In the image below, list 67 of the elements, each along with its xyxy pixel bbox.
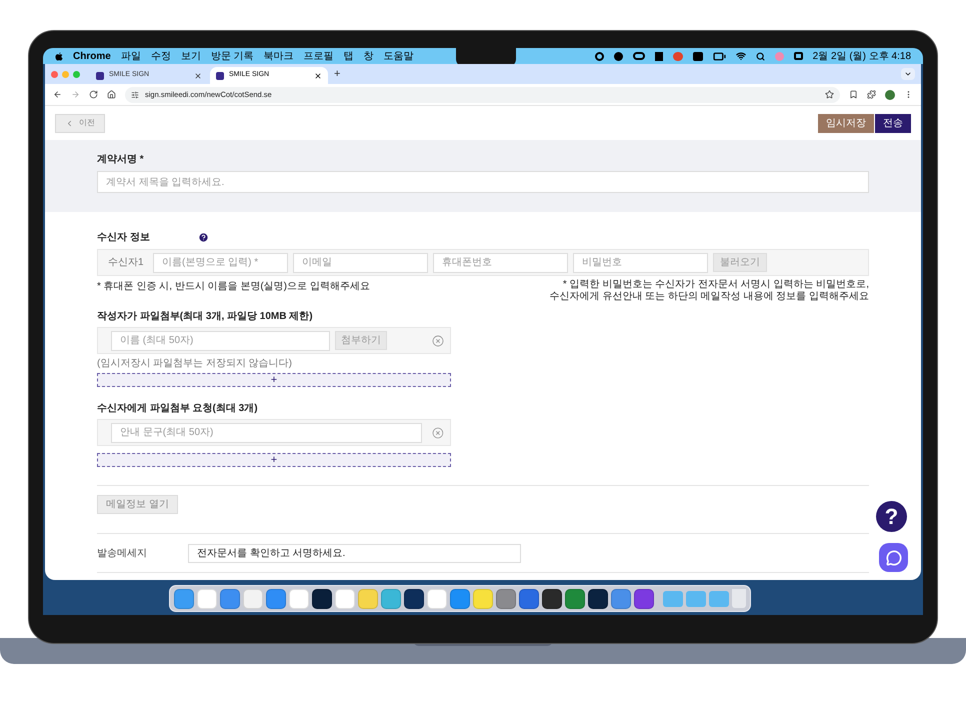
extension-icon[interactable]	[849, 90, 858, 99]
input-field[interactable]: 이름(본명으로 입력) *	[153, 252, 288, 272]
profile-avatar[interactable]	[885, 90, 895, 100]
close-tab-icon[interactable]	[314, 72, 322, 80]
battery-icon[interactable]	[712, 50, 726, 62]
menu-item[interactable]: 탭	[344, 48, 354, 64]
search-icon[interactable]	[756, 52, 765, 60]
menu-item[interactable]: 보기	[180, 48, 201, 64]
close-window-icon[interactable]	[51, 70, 58, 78]
site-favicon-icon	[96, 72, 104, 80]
app-icon[interactable]	[588, 588, 608, 608]
chat-button[interactable]	[879, 543, 908, 572]
menu-item[interactable]: 파일	[120, 48, 141, 64]
app-icon[interactable]	[634, 588, 654, 608]
tab-list-button[interactable]	[901, 68, 915, 80]
home-icon[interactable]	[107, 90, 116, 99]
extensions-icon[interactable]	[867, 90, 876, 99]
menu-item[interactable]: 수정	[150, 48, 171, 64]
close-tab-icon[interactable]	[194, 72, 202, 80]
menu-item[interactable]: 도움말	[384, 48, 414, 64]
field-label: 발송메세지	[97, 546, 148, 560]
back-icon[interactable]	[53, 90, 62, 99]
menu-item[interactable]: 프로필	[304, 48, 334, 64]
toolbar-button[interactable]: 임시저장	[818, 114, 874, 132]
app-icon[interactable]	[312, 588, 332, 608]
add-attachment-button[interactable]: +	[97, 373, 451, 387]
toolbar-button[interactable]: 전송	[875, 114, 911, 132]
site-favicon-icon	[216, 72, 224, 80]
remove-icon[interactable]	[432, 334, 444, 346]
input-field[interactable]: 안내 문구(최대 50자)	[111, 422, 422, 442]
input-field[interactable]: 비밀번호	[573, 252, 708, 272]
password-note: 수신자에게 유선안내 또는 하단의 메일작성 내용에 정보를 입력해주세요	[550, 291, 869, 303]
message-field[interactable]: 전자문서를 확인하고 서명하세요.	[188, 544, 521, 562]
input-field[interactable]: 이름 (최대 50자)	[111, 330, 330, 350]
help-button[interactable]: ?	[876, 501, 907, 532]
chevron-down-icon	[904, 70, 912, 78]
app-icon[interactable]	[542, 588, 562, 608]
help-icon[interactable]	[198, 232, 209, 243]
field-label: 계약서명 *	[97, 153, 145, 167]
chat-icon	[886, 550, 902, 566]
input-field[interactable]: 휴대폰번호	[433, 252, 568, 272]
section-title: 작성자가 파일첨부(최대 3개, 파일당 10MB 제한)	[97, 310, 314, 324]
menu-clock[interactable]: 2월 2일 (월) 오후 4:18	[812, 48, 911, 64]
app-name-menu[interactable]: Chrome	[73, 48, 111, 64]
note-text: * 휴대폰 인증 시, 반드시 이름을 본명(실명)으로 입력해주세요	[97, 280, 370, 294]
reload-icon[interactable]	[89, 90, 98, 99]
bookmark-star-icon[interactable]	[825, 90, 834, 99]
new-tab-button[interactable]: +	[330, 66, 344, 82]
forward-icon[interactable]	[71, 90, 80, 99]
section-title: 수신자에게 파일첨부 요청(최대 3개)	[97, 402, 259, 416]
apple-icon[interactable]	[55, 52, 63, 60]
input-field[interactable]: 이메일	[293, 252, 428, 272]
note-text: (임시저장시 파일첨부는 저장되지 않습니다)	[97, 357, 293, 371]
control-center-icon[interactable]	[794, 52, 803, 60]
add-request-button[interactable]: +	[97, 453, 451, 467]
password-note: * 입력한 비밀번호는 수신자가 전자문서 서명시 입력하는 비밀번호로,	[562, 279, 869, 291]
input-field[interactable]: 계약서 제목을 입력하세요.	[97, 171, 869, 193]
section-title: 수신자 정보	[97, 231, 150, 245]
menu-item[interactable]: 북마크	[264, 48, 294, 64]
menu-item[interactable]: 창	[364, 48, 374, 64]
remove-icon[interactable]	[432, 426, 444, 438]
menu-item[interactable]: 방문 기록	[210, 48, 254, 64]
chevron-left-icon	[65, 118, 74, 128]
wifi-icon[interactable]	[736, 51, 746, 61]
app-icon[interactable]	[404, 588, 424, 608]
row-label: 수신자1	[108, 256, 145, 270]
site-settings-icon[interactable]	[131, 90, 139, 98]
